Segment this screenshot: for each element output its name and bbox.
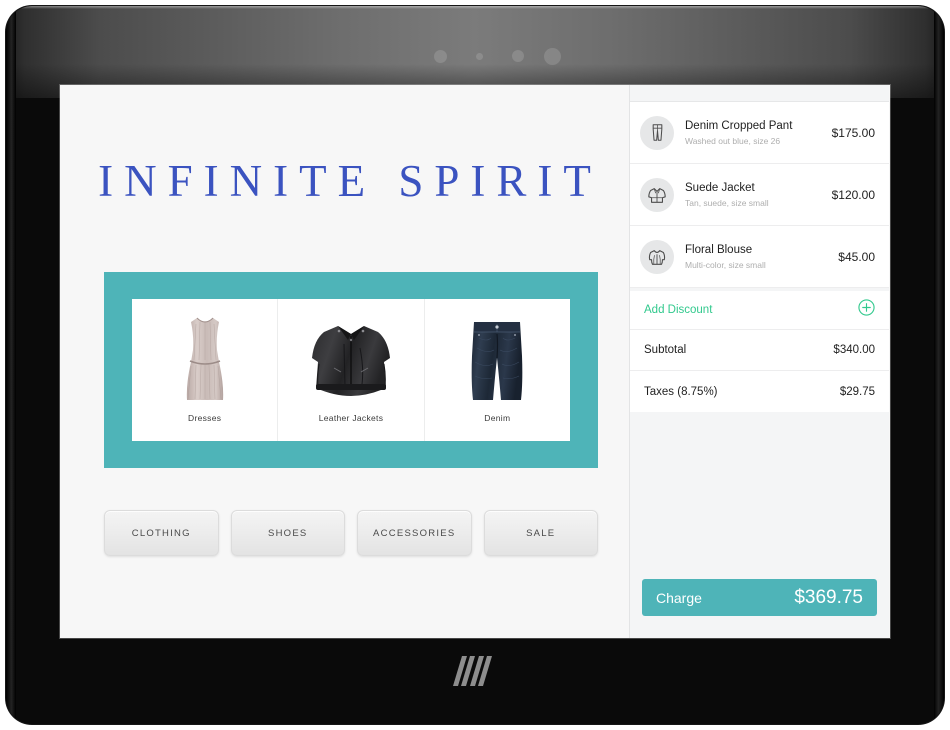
cart-item-price: $175.00 xyxy=(831,125,875,140)
denim-jeans-image-icon xyxy=(425,310,570,402)
sensor-dot-small-icon xyxy=(476,53,483,60)
camera-dot-icon xyxy=(434,50,447,63)
cart-totals: Add Discount Subtotal $340.00 Taxes (8.7… xyxy=(630,288,889,412)
speaker-dot-icon xyxy=(544,48,561,65)
taxes-row: Taxes (8.75%) $29.75 xyxy=(630,371,889,412)
cart-item-list: Denim Cropped Pant Washed out blue, size… xyxy=(630,102,889,288)
subtotal-value: $340.00 xyxy=(833,344,875,356)
hp-brand-logo-icon xyxy=(453,654,497,688)
cart-item-name: Floral Blouse xyxy=(685,244,753,257)
cart-item[interactable]: Suede Jacket Tan, suede, size small $120… xyxy=(630,164,889,226)
cart-item-text: Suede Jacket Tan, suede, size small xyxy=(685,181,826,208)
category-card-leather-jackets[interactable]: Leather Jackets xyxy=(278,299,425,441)
cart-item-text: Floral Blouse Multi-color, size small xyxy=(685,243,832,270)
cart-item-text: Denim Cropped Pant Washed out blue, size… xyxy=(685,119,826,146)
cart-spacer xyxy=(630,412,889,579)
taxes-value: $29.75 xyxy=(839,385,875,398)
cart-panel: Denim Cropped Pant Washed out blue, size… xyxy=(630,85,889,638)
pants-icon xyxy=(640,115,674,150)
sensor-dot-icon xyxy=(512,50,524,62)
subtotal-label: Subtotal xyxy=(644,344,687,356)
category-card-list: Dresses Leather Jackets Denim xyxy=(132,299,570,441)
category-card-dresses[interactable]: Dresses xyxy=(132,299,279,441)
nav-button-accessories[interactable]: ACCESSORIES xyxy=(357,510,472,556)
cart-item-description: Tan, suede, size small xyxy=(685,197,769,208)
tablet-screen: INFINITE SPIRIT Dresses Leather Jackets … xyxy=(60,85,890,638)
cart-item-name: Denim Cropped Pant xyxy=(685,120,793,133)
plus-circle-icon[interactable] xyxy=(858,299,875,321)
cart-item-name: Suede Jacket xyxy=(685,182,755,195)
cart-item[interactable]: Denim Cropped Pant Washed out blue, size… xyxy=(630,102,889,164)
tablet-device: INFINITE SPIRIT Dresses Leather Jackets … xyxy=(6,6,944,724)
subtotal-row: Subtotal $340.00 xyxy=(630,330,889,371)
charge-label: Charge xyxy=(656,589,702,606)
leather-jacket-image-icon xyxy=(278,310,423,402)
add-discount-label: Add Discount xyxy=(644,304,713,316)
charge-button[interactable]: Charge $369.75 xyxy=(642,579,877,616)
category-nav-row: CLOTHING SHOES ACCESSORIES SALE xyxy=(104,510,598,556)
nav-button-sale[interactable]: SALE xyxy=(483,510,598,556)
device-edge-left xyxy=(6,6,16,724)
brand-logo: INFINITE SPIRIT xyxy=(98,156,602,206)
cart-item[interactable]: Floral Blouse Multi-color, size small $4… xyxy=(630,226,889,288)
category-label: Denim xyxy=(484,413,511,423)
storefront-panel: INFINITE SPIRIT Dresses Leather Jackets … xyxy=(60,85,630,638)
cart-item-description: Washed out blue, size 26 xyxy=(685,135,781,146)
category-card-denim[interactable]: Denim xyxy=(425,299,570,441)
cart-item-description: Multi-color, size small xyxy=(685,259,766,270)
cart-item-price: $45.00 xyxy=(838,249,875,264)
device-edge-right xyxy=(934,6,944,724)
cart-top-strip xyxy=(630,85,889,102)
blouse-icon xyxy=(640,239,674,274)
category-label: Dresses xyxy=(188,413,222,423)
taxes-label: Taxes (8.75%) xyxy=(644,385,718,398)
cart-item-price: $120.00 xyxy=(831,187,875,202)
nav-button-shoes[interactable]: SHOES xyxy=(230,510,345,556)
charge-amount: $369.75 xyxy=(794,586,863,608)
add-discount-button[interactable]: Add Discount xyxy=(630,288,889,330)
category-banner: Dresses Leather Jackets Denim xyxy=(104,272,598,468)
jacket-icon xyxy=(640,177,674,212)
charge-button-container: Charge $369.75 xyxy=(630,579,889,638)
dress-image-icon xyxy=(132,310,277,402)
category-label: Leather Jackets xyxy=(318,413,384,423)
nav-button-clothing[interactable]: CLOTHING xyxy=(104,510,219,556)
